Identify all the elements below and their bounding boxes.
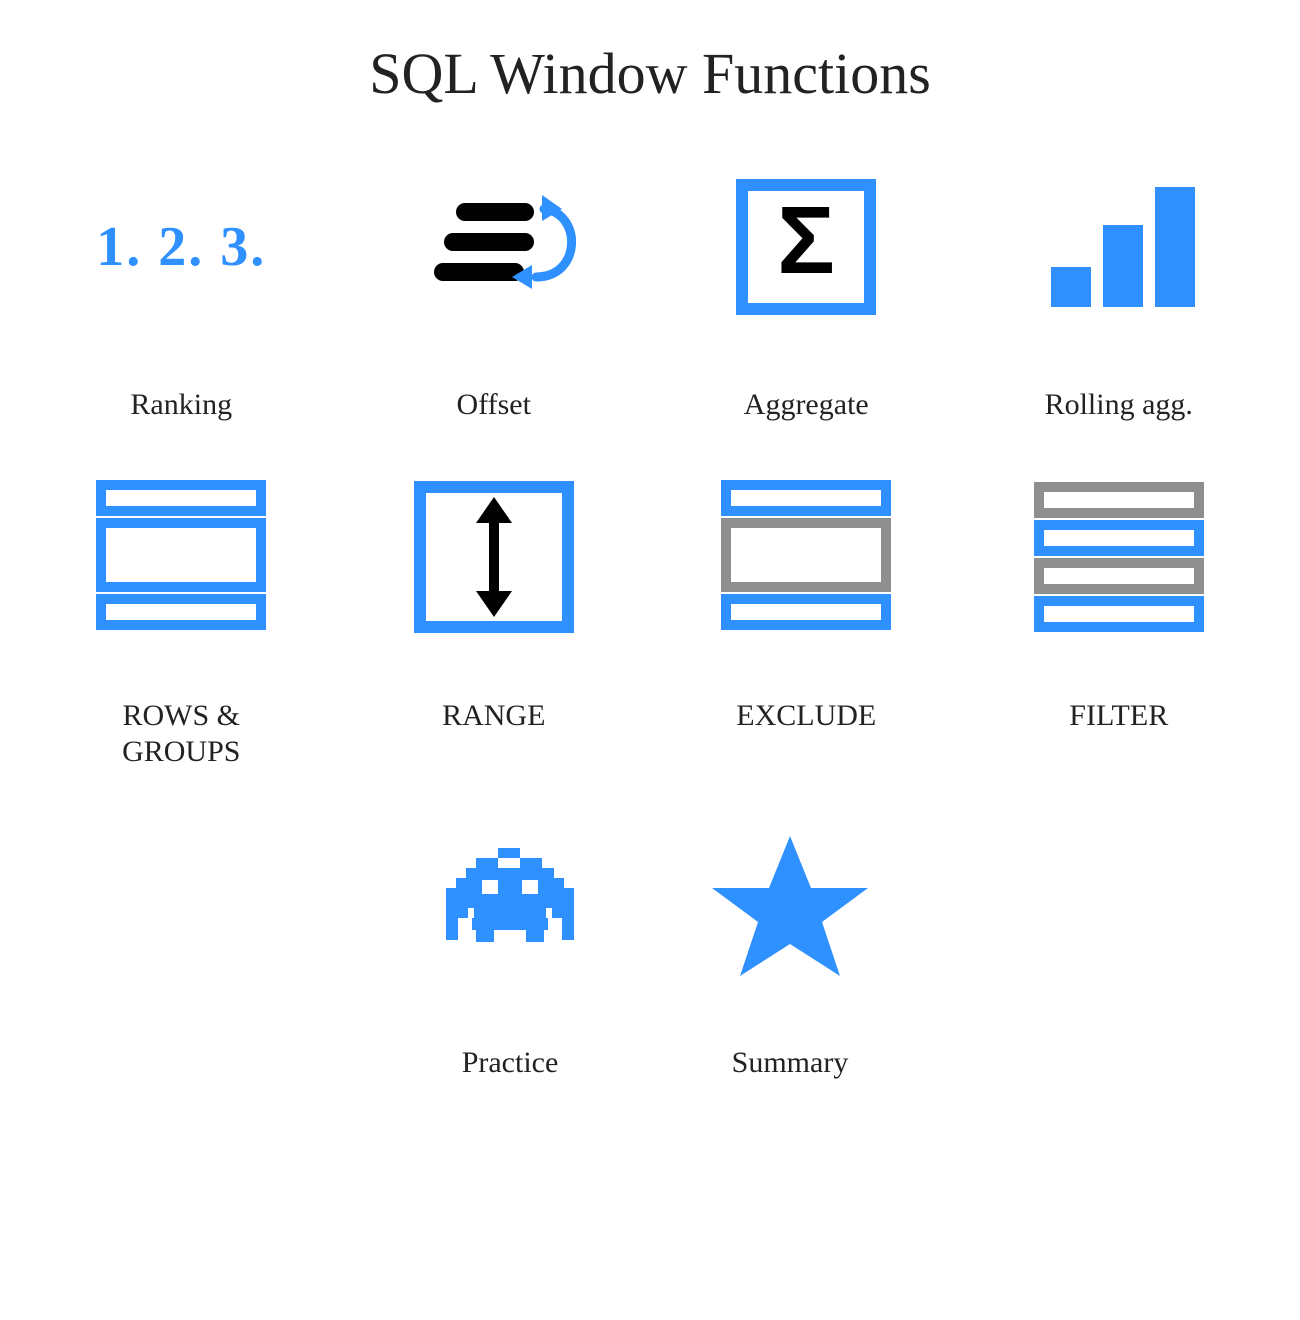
- filter-icon: [1019, 473, 1219, 643]
- range-icon: [394, 473, 594, 643]
- tile-ranking[interactable]: 1. 2. 3. Ranking: [56, 162, 306, 423]
- svg-text:Σ: Σ: [777, 187, 835, 294]
- tile-grid: 1. 2. 3. Ranking Offset Σ Aggregate: [40, 162, 1260, 1081]
- tile-label: Rolling agg.: [1045, 387, 1193, 423]
- summary-icon: [690, 820, 890, 990]
- practice-icon: [410, 820, 610, 990]
- tile-exclude[interactable]: EXCLUDE: [681, 473, 931, 770]
- page-title: SQL Window Functions: [40, 40, 1260, 107]
- tile-rolling[interactable]: Rolling agg.: [994, 162, 1244, 423]
- tile-label: EXCLUDE: [736, 698, 876, 734]
- tile-offset[interactable]: Offset: [369, 162, 619, 423]
- ranking-icon: 1. 2. 3.: [81, 162, 281, 332]
- aggregate-icon: Σ: [706, 162, 906, 332]
- tile-aggregate[interactable]: Σ Aggregate: [681, 162, 931, 423]
- tile-rows-groups[interactable]: ROWS & GROUPS: [56, 473, 306, 770]
- tile-practice[interactable]: Practice: [385, 820, 635, 1081]
- offset-icon: [394, 162, 594, 332]
- rolling-icon: [1019, 162, 1219, 332]
- tile-label: Ranking: [130, 387, 232, 423]
- tile-label: RANGE: [442, 698, 545, 734]
- tile-label: ROWS & GROUPS: [122, 698, 240, 770]
- tile-range[interactable]: RANGE: [369, 473, 619, 770]
- tile-label: Summary: [732, 1045, 849, 1081]
- tile-label: Practice: [462, 1045, 559, 1081]
- tile-summary[interactable]: Summary: [665, 820, 915, 1081]
- tile-label: Aggregate: [744, 387, 869, 423]
- tile-label: FILTER: [1069, 698, 1168, 734]
- exclude-icon: [706, 473, 906, 643]
- tile-label: Offset: [457, 387, 531, 423]
- tile-filter[interactable]: FILTER: [994, 473, 1244, 770]
- rows-groups-icon: [81, 473, 281, 643]
